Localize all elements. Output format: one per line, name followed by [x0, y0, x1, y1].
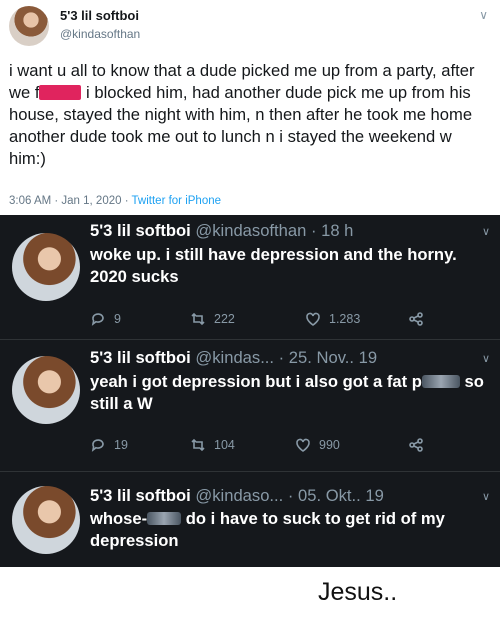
share-button[interactable] [408, 437, 424, 453]
retweet-button[interactable]: 104 [190, 437, 235, 453]
chevron-down-icon[interactable]: ∨ [482, 490, 490, 503]
chevron-down-icon[interactable]: ∨ [482, 225, 490, 238]
chevron-down-icon[interactable]: ∨ [482, 352, 490, 365]
tweet-actions: 9 222 1.283 [90, 311, 490, 329]
tweet-source-link[interactable]: Twitter for iPhone [132, 195, 221, 207]
tweet-time[interactable]: · 25. Nov.. 19 [279, 348, 377, 367]
light-tweet-card: 5'3 lil softboi @kindasofthan ∨ i want u… [0, 0, 500, 215]
share-button[interactable] [408, 311, 424, 327]
tweet-timestamp: 3:06 AM · Jan 1, 2020 · Twitter for iPho… [9, 195, 221, 207]
retweet-count: 222 [214, 312, 235, 326]
retweet-count: 104 [214, 438, 235, 452]
retweet-icon [191, 312, 205, 326]
like-button[interactable]: 990 [295, 437, 340, 453]
reply-icon [91, 439, 104, 452]
tweet-text-part: whose- [90, 509, 148, 528]
share-icon [409, 438, 423, 452]
display-name[interactable]: 5'3 lil softboi [90, 221, 191, 240]
retweet-icon [191, 438, 205, 452]
blur-redaction [421, 375, 460, 388]
reply-count: 9 [114, 312, 121, 326]
dark-tweet-list: 5'3 lil softboi @kindasofthan · 18 h ∨ w… [0, 215, 500, 567]
tweet-text: yeah i got depression but i also got a f… [90, 371, 492, 415]
tweet-text-part: p [411, 372, 422, 391]
heart-icon [296, 438, 310, 452]
avatar[interactable] [9, 6, 49, 46]
blur-redaction [147, 512, 182, 525]
heart-icon [306, 312, 320, 326]
handle[interactable]: @kindasofthan [60, 27, 140, 41]
avatar[interactable] [12, 356, 80, 424]
reply-button[interactable]: 9 [90, 311, 121, 327]
tweet-actions: 19 104 990 [90, 437, 490, 455]
handle[interactable]: @kindasofthan [195, 221, 306, 240]
tweet-card[interactable]: 5'3 lil softboi @kindaso... · 05. Okt.. … [0, 472, 500, 567]
tweet-text-part: yeah i got depression but i also got a f… [90, 372, 412, 391]
like-count: 990 [319, 438, 340, 452]
tweet-card[interactable]: 5'3 lil softboi @kindas... · 25. Nov.. 1… [0, 340, 500, 458]
reply-icon [91, 313, 104, 326]
display-name[interactable]: 5'3 lil softboi [90, 486, 191, 505]
tweet-header: 5'3 lil softboi @kindaso... · 05. Okt.. … [90, 486, 384, 506]
tweet-card[interactable]: 5'3 lil softboi @kindasofthan · 18 h ∨ w… [0, 215, 500, 335]
avatar[interactable] [12, 486, 80, 554]
tweet-text: i want u all to know that a dude picked … [9, 60, 493, 170]
meme-caption: Jesus.. [318, 578, 398, 606]
display-name[interactable]: 5'3 lil softboi [90, 348, 191, 367]
chevron-down-icon[interactable]: ∨ [479, 8, 488, 22]
tweet-text: whose- do i have to suck to get rid of m… [90, 508, 492, 552]
tweet-header: 5'3 lil softboi @kindas... · 25. Nov.. 1… [90, 348, 377, 368]
redaction-mark [39, 85, 82, 100]
reply-button[interactable]: 19 [90, 437, 128, 453]
like-button[interactable]: 1.283 [305, 311, 360, 327]
tweet-header: 5'3 lil softboi @kindasofthan · 18 h [90, 221, 353, 241]
handle[interactable]: @kindas... [195, 348, 274, 367]
like-count: 1.283 [329, 312, 361, 326]
handle[interactable]: @kindaso... [195, 486, 283, 505]
reply-count: 19 [114, 438, 128, 452]
tweet-time[interactable]: · 05. Okt.. 19 [288, 486, 384, 505]
timestamp[interactable]: 3:06 AM · Jan 1, 2020 · [9, 195, 132, 207]
retweet-button[interactable]: 222 [190, 311, 235, 327]
tweet-text: woke up. i still have depression and the… [90, 245, 457, 286]
tweet-time[interactable]: · 18 h [311, 221, 353, 240]
share-icon [409, 312, 423, 326]
display-name[interactable]: 5'3 lil softboi [60, 8, 139, 23]
avatar[interactable] [12, 233, 80, 301]
